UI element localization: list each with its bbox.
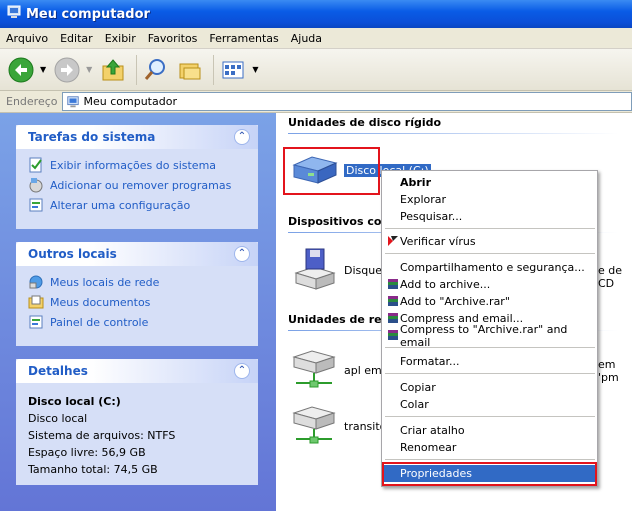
link-control-panel[interactable]: Painel de controle [28,312,246,332]
menu-item-criar-atalho[interactable]: Criar atalho [384,422,595,439]
details-free-space: Espaço livre: 56,9 GB [28,446,146,459]
network-drive-transito[interactable]: transito [290,405,386,447]
search-icon [145,58,166,80]
add-remove-programs-icon [29,178,43,193]
menu-item-pesquisar[interactable]: Pesquisar... [384,208,595,225]
system-tasks-panel: Tarefas do sistema ⌃ Exibir informações … [16,125,258,229]
link-system-info[interactable]: Exibir informações do sistema [28,155,246,175]
control-panel-icon [29,198,43,212]
forward-dropdown-icon[interactable]: ▼ [86,65,92,74]
menu-item-compartilhamento[interactable]: Compartilhamento e segurança... [384,259,595,276]
menu-bar: Arquivo Editar Exibir Favoritos Ferramen… [0,28,632,49]
menu-separator [385,228,595,229]
menu-item-renomear[interactable]: Renomear [384,439,595,456]
collapse-chevron-icon[interactable]: ⌃ [234,246,250,262]
antivirus-icon [388,236,398,246]
menu-separator [385,253,595,254]
forward-button[interactable] [52,55,82,85]
menu-arquivo[interactable]: Arquivo [0,32,54,45]
collapse-chevron-icon[interactable]: ⌃ [234,129,250,145]
address-field[interactable]: Meu computador [61,92,632,111]
window-title: Meu computador [26,6,150,22]
back-icon [8,57,34,82]
cd-drive-label-fragment: e de CD [598,264,623,290]
back-dropdown-icon[interactable]: ▼ [40,65,46,74]
folders-icon [179,63,201,79]
winrar-icon [388,279,398,289]
up-folder-icon [102,58,124,80]
views-button[interactable] [218,55,248,85]
details-type: Disco local [28,412,88,425]
annotation-drive-highlight [283,147,380,195]
menu-ajuda[interactable]: Ajuda [285,32,328,45]
details-panel: Detalhes ⌃ Disco local (C:) Disco local … [16,359,258,485]
menu-separator [385,347,595,348]
back-button[interactable] [6,55,36,85]
menu-item-colar[interactable]: Colar [384,396,595,413]
annotation-properties-highlight [382,462,597,486]
menu-item-compress-to-rar-email[interactable]: Compress to "Archive.rar" and email [384,323,595,349]
menu-item-copiar[interactable]: Copiar [384,379,595,396]
system-info-icon [29,157,42,173]
details-filesystem: Sistema de arquivos: NTFS [28,429,176,442]
menu-item-formatar[interactable]: Formatar... [384,353,595,370]
folders-button[interactable] [175,55,205,85]
menu-separator [385,459,595,460]
details-header[interactable]: Detalhes ⌃ [16,359,258,383]
address-value: Meu computador [83,95,177,108]
views-icon [222,61,244,78]
winrar-icon [388,313,398,323]
other-places-title: Outros locais [28,247,117,261]
network-drive-label-fragment: em 'pm [598,358,619,384]
other-places-header[interactable]: Outros locais ⌃ [16,242,258,266]
network-drive-icon [292,350,336,388]
menu-favoritos[interactable]: Favoritos [142,32,204,45]
my-computer-icon [6,4,22,24]
details-name: Disco local (C:) [28,395,121,408]
menu-item-add-to-archive[interactable]: Add to archive... [384,276,595,293]
floppy-drive-icon [294,248,336,290]
menu-item-add-to-archive-rar[interactable]: Add to "Archive.rar" [384,293,595,310]
system-tasks-header[interactable]: Tarefas do sistema ⌃ [16,125,258,149]
toolbar-separator [213,54,215,85]
toolbar: ▼ ▼ ▼ [0,49,632,91]
network-drive-apl[interactable]: apl em ' [290,349,388,391]
system-tasks-title: Tarefas do sistema [28,130,156,144]
address-label: Endereço [6,95,58,108]
menu-item-abrir[interactable]: Abrir [384,174,595,191]
group-hard-drives: Unidades de disco rígido [288,116,442,129]
address-bar: Endereço Meu computador [0,91,632,113]
views-dropdown-icon[interactable]: ▼ [252,65,258,74]
link-change-setting[interactable]: Alterar uma configuração [28,195,246,215]
network-places-icon [29,275,43,289]
search-button[interactable] [141,55,171,85]
details-title: Detalhes [28,364,88,378]
my-documents-icon [28,295,44,309]
menu-item-verificar-virus[interactable]: Verificar vírus [384,233,595,250]
control-panel-icon [29,315,43,329]
menu-separator [385,373,595,374]
menu-ferramentas[interactable]: Ferramentas [203,32,284,45]
details-total-size: Tamanho total: 74,5 GB [28,463,158,476]
menu-item-explorar[interactable]: Explorar [384,191,595,208]
winrar-icon [388,330,398,340]
forward-icon [54,57,80,82]
task-pane: Tarefas do sistema ⌃ Exibir informações … [0,113,276,511]
title-bar: Meu computador [0,0,632,28]
toolbar-separator [136,54,138,85]
menu-separator [385,416,595,417]
menu-editar[interactable]: Editar [54,32,99,45]
context-menu: Abrir Explorar Pesquisar... Verificar ví… [381,170,598,487]
up-button[interactable] [98,55,128,85]
winrar-icon [388,296,398,306]
link-my-documents[interactable]: Meus documentos [28,292,246,312]
menu-exibir[interactable]: Exibir [99,32,142,45]
group-divider [288,133,618,134]
link-network-places[interactable]: Meus locais de rede [28,272,246,292]
link-add-remove-programs[interactable]: Adicionar ou remover programas [28,175,246,195]
collapse-chevron-icon[interactable]: ⌃ [234,363,250,379]
other-places-panel: Outros locais ⌃ Meus locais de rede Meus… [16,242,258,346]
my-computer-icon [66,95,79,107]
network-drive-icon [292,406,336,444]
